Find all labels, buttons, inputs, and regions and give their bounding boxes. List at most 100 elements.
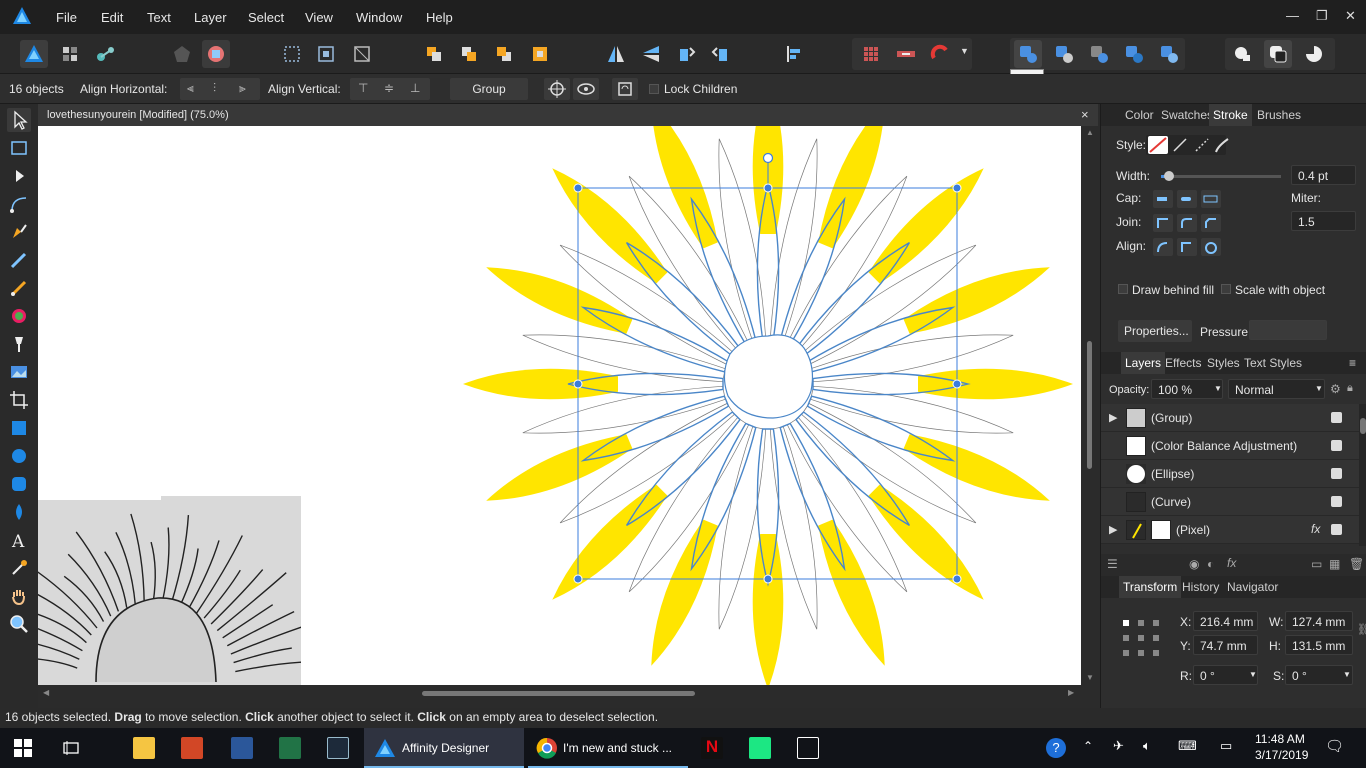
move-tool-icon[interactable]	[7, 108, 31, 132]
vertical-scroll-thumb[interactable]	[1087, 341, 1092, 469]
pie-shape-icon[interactable]	[1300, 40, 1328, 68]
shear-field[interactable]: 0 ° ▼	[1285, 665, 1353, 685]
tab-layers[interactable]: Layers	[1121, 352, 1166, 374]
select-shape-icon[interactable]	[348, 40, 376, 68]
horizontal-scroll-thumb[interactable]	[422, 691, 695, 696]
divide-boolean-icon[interactable]	[1155, 40, 1183, 68]
pressure-field[interactable]	[1249, 320, 1327, 340]
delete-layer-icon[interactable]: 🗑︎	[1349, 557, 1364, 571]
blend-mode-select[interactable]: Normal ▼	[1228, 379, 1325, 399]
x-field[interactable]: 216.4 mm	[1193, 611, 1258, 631]
clock-date[interactable]: 3/17/2019	[1255, 748, 1308, 762]
hand-tool-icon[interactable]	[7, 584, 31, 608]
align-right-icon[interactable]: ⫸	[239, 81, 246, 96]
grid-icon[interactable]	[857, 40, 885, 68]
lock-children-checkbox[interactable]	[649, 84, 659, 94]
mask-icon[interactable]: ◉	[1189, 557, 1199, 571]
transform-mode-icon[interactable]	[278, 40, 306, 68]
force-pixel-align-icon[interactable]	[892, 40, 920, 68]
tab-effects[interactable]: Effects	[1165, 356, 1201, 370]
arrange-front-icon[interactable]	[526, 40, 554, 68]
dashed-line-icon[interactable]	[1192, 136, 1212, 154]
chrome-taskbar-button[interactable]: I'm new and stuck ...	[528, 728, 688, 768]
align-center-stroke-icon[interactable]	[1153, 238, 1173, 256]
hulu-taskbar-button[interactable]	[740, 728, 780, 768]
assets-icon[interactable]	[168, 40, 196, 68]
align-icon[interactable]	[780, 40, 808, 68]
group-button[interactable]: Group	[450, 78, 528, 100]
visibility-checkbox[interactable]	[1331, 468, 1342, 479]
add-layer-icon[interactable]: ▭	[1311, 557, 1322, 571]
close-window-button[interactable]: ✕	[1345, 8, 1356, 24]
no-stroke-icon[interactable]	[1148, 136, 1168, 154]
layer-row-ellipse[interactable]: (Ellipse)	[1101, 460, 1359, 488]
artboard-tool-icon[interactable]	[7, 136, 31, 160]
lock-layer-icon[interactable]: 🔒︎	[1347, 382, 1353, 395]
add-boolean-icon[interactable]	[1014, 40, 1042, 68]
draw-behind-fill-checkbox[interactable]	[1118, 284, 1128, 294]
align-center-icon[interactable]: ⫶	[213, 81, 216, 96]
place-image-tool-icon[interactable]	[7, 360, 31, 384]
arrange-backward-icon[interactable]	[455, 40, 483, 68]
flip-vertical-icon[interactable]	[637, 40, 665, 68]
ellipse-tool-icon[interactable]	[7, 444, 31, 468]
subtract-boolean-icon[interactable]	[1050, 40, 1078, 68]
netflix-taskbar-button[interactable]: N	[692, 728, 732, 768]
miter-join-icon[interactable]	[1153, 214, 1173, 232]
visibility-checkbox[interactable]	[1331, 524, 1342, 535]
pixel-persona-button[interactable]	[56, 40, 84, 68]
tab-navigator[interactable]: Navigator	[1227, 580, 1278, 594]
menu-view[interactable]: View	[305, 10, 333, 25]
hide-selection-icon[interactable]	[573, 78, 599, 100]
task-view-icon[interactable]	[62, 739, 80, 757]
document-tab[interactable]: lovethesunyourein [Modified] (75.0%) ×	[38, 104, 1098, 126]
align-inside-stroke-icon[interactable]	[1177, 238, 1197, 256]
link-icon[interactable]: ⛓	[1357, 623, 1366, 636]
combine-icon[interactable]	[1229, 40, 1257, 68]
scale-with-object-checkbox[interactable]	[1221, 284, 1231, 294]
menu-help[interactable]: Help	[426, 10, 453, 25]
visibility-checkbox[interactable]	[1331, 496, 1342, 507]
menu-text[interactable]: Text	[147, 10, 171, 25]
align-vertical-buttons[interactable]: ⊤ ≑ ⊥	[350, 78, 430, 100]
export-persona-button[interactable]	[92, 40, 120, 68]
menu-edit[interactable]: Edit	[101, 10, 123, 25]
layers-scrollbar[interactable]	[1359, 404, 1366, 546]
restore-button[interactable]: ❐	[1316, 8, 1328, 24]
square-cap-icon[interactable]	[1201, 190, 1221, 208]
add-pixel-layer-icon[interactable]: ▦	[1329, 557, 1340, 571]
panel-menu-icon[interactable]: ≡	[1349, 356, 1356, 370]
align-horizontal-buttons[interactable]: ⫷ ⫶ ⫸	[180, 78, 260, 100]
tab-color[interactable]: Color	[1125, 108, 1154, 122]
layer-row-curve[interactable]: (Curve)	[1101, 488, 1359, 516]
anchor-selector[interactable]	[1121, 618, 1161, 658]
tray-chevron-icon[interactable]: ⌃	[1083, 739, 1093, 753]
keyboard-icon[interactable]: ⌨	[1178, 738, 1197, 754]
pen-tool-icon[interactable]	[7, 220, 31, 244]
tab-brushes[interactable]: Brushes	[1257, 108, 1301, 122]
layer-row-pixel[interactable]: ▶ (Pixel) fx	[1101, 516, 1359, 544]
expand-icon[interactable]: ▶	[1109, 523, 1117, 536]
rounded-rectangle-tool-icon[interactable]	[7, 472, 31, 496]
powerpoint-taskbar-button[interactable]	[172, 728, 212, 768]
layer-row-group[interactable]: ▶ (Group)	[1101, 404, 1359, 432]
menu-file[interactable]: File	[56, 10, 77, 25]
affinity-designer-taskbar-button[interactable]: Affinity Designer	[364, 728, 524, 768]
pixel-snap-icon[interactable]	[202, 40, 230, 68]
bevel-join-icon[interactable]	[1201, 214, 1221, 232]
properties-button[interactable]: Properties...	[1118, 320, 1192, 342]
align-left-icon[interactable]: ⫷	[187, 81, 194, 96]
minimize-button[interactable]: —	[1286, 8, 1299, 23]
transform-objects-separately-icon[interactable]	[612, 78, 638, 100]
lightroom-taskbar-button[interactable]	[318, 728, 358, 768]
snapping-dropdown-icon[interactable]: ▼	[960, 46, 969, 56]
excel-taskbar-button[interactable]	[270, 728, 310, 768]
crop-tool-icon[interactable]	[7, 388, 31, 412]
menu-layer[interactable]: Layer	[194, 10, 227, 25]
w-field[interactable]: 127.4 mm	[1285, 611, 1353, 631]
layer-row-color-balance[interactable]: (Color Balance Adjustment)	[1101, 432, 1359, 460]
zoom-tool-icon[interactable]	[7, 612, 31, 636]
opacity-field[interactable]: 100 % ▼	[1151, 379, 1223, 399]
visibility-checkbox[interactable]	[1331, 440, 1342, 451]
align-top-icon[interactable]: ⊤	[358, 81, 368, 95]
